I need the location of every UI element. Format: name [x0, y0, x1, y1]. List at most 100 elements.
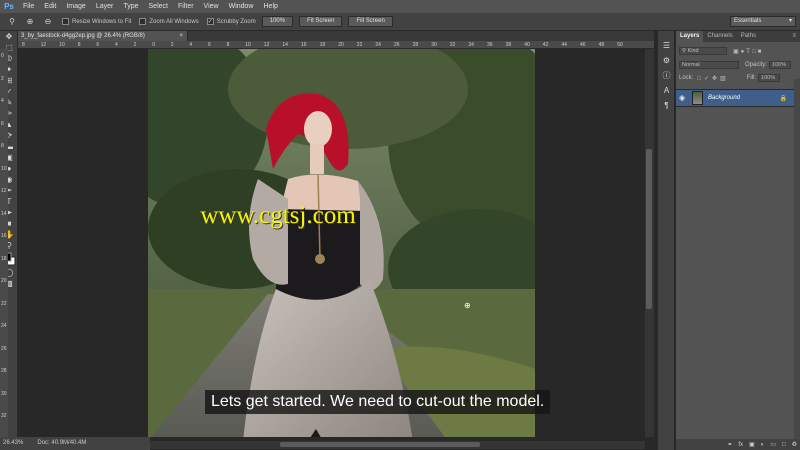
status-bar: 26.43% Doc: 40.9M/40.4M [0, 437, 150, 450]
menu-select[interactable]: Select [144, 0, 173, 13]
ruler-tick-label: 10 [59, 42, 65, 48]
ruler-tick-label: 32 [1, 413, 7, 419]
ruler-tick-label: 14 [282, 42, 288, 48]
layers-panel: Layers Channels Paths ≡ ⚲ Kind ▣●T□■ Nor… [675, 31, 800, 450]
video-subtitle: Lets get started. We need to cut-out the… [205, 390, 551, 414]
ruler-tick-label: 16 [1, 233, 7, 239]
character-icon[interactable]: A [658, 84, 675, 97]
photoshop-logo: Ps [4, 2, 14, 11]
eye-icon[interactable]: ◉ [676, 94, 688, 102]
layer-row-background[interactable]: ◉ Background 🔒 [676, 89, 800, 107]
paragraph-icon[interactable]: ¶ [658, 99, 675, 112]
ruler-tick-label: 12 [40, 42, 47, 48]
ruler-tick-label: 4 [189, 42, 193, 48]
lock-row: Lock: □✓✥▧ Fill: 100% [676, 73, 800, 83]
ruler-tick-label: 24 [375, 42, 381, 48]
ruler-tick-label: 6 [1, 120, 4, 127]
scroll-thumb[interactable] [646, 149, 652, 309]
adjustment-icon[interactable]: ◐ [761, 442, 765, 448]
panel-scrollbar[interactable] [794, 79, 800, 439]
checkbox-box[interactable] [139, 18, 147, 25]
menu-filter[interactable]: Filter [173, 0, 199, 13]
menu-type[interactable]: Type [118, 0, 143, 13]
ruler-tick-label: 0 [152, 42, 155, 48]
tab-layers[interactable]: Layers [676, 31, 704, 42]
ruler-tick-label: 20 [338, 42, 344, 48]
fit-screen-button[interactable]: Fit Screen [299, 16, 343, 27]
menu-window[interactable]: Window [224, 0, 259, 13]
ruler-tick-label: 8 [1, 143, 4, 149]
mask-icon[interactable]: ▣ [749, 441, 755, 448]
fx-icon[interactable]: fx [738, 442, 743, 448]
menu-edit[interactable]: Edit [39, 0, 61, 13]
menu-file[interactable]: File [18, 0, 39, 13]
history-icon[interactable]: ☰ [658, 39, 675, 52]
filter-row: ⚲ Kind ▣●T□■ [676, 46, 800, 56]
ruler-tick-label: 14 [1, 210, 7, 217]
ruler-tick-label: 12 [263, 42, 270, 48]
photo-canvas[interactable] [148, 49, 535, 437]
blend-mode-select[interactable]: Normal [679, 61, 739, 69]
ruler-tick-label: 38 [505, 42, 512, 48]
ruler-tick-label: 20 [1, 278, 7, 284]
fill-label: Fill: [746, 75, 757, 81]
menu-view[interactable]: View [199, 0, 224, 13]
ruler-tick-label: 28 [412, 42, 419, 48]
filter-icons[interactable]: ▣●T□■ [733, 48, 763, 55]
menu-layer[interactable]: Layer [91, 0, 119, 13]
zoom-100-button[interactable]: 100% [261, 16, 294, 27]
tab-paths[interactable]: Paths [737, 31, 760, 42]
ruler-tick-label: 50 [617, 42, 623, 48]
move-tool-icon[interactable]: ✥ [0, 31, 18, 42]
chevron-down-icon: ▾ [788, 18, 792, 24]
vertical-scrollbar[interactable] [645, 49, 654, 437]
workspace-select[interactable]: Essentials ▾ [730, 16, 796, 27]
blend-row: Normal Opacity: 100% [676, 60, 800, 70]
doc-size: Doc: 40.9M/40.4M [37, 440, 87, 446]
ruler-tick-label: 4 [115, 42, 118, 48]
menu-help[interactable]: Help [259, 0, 283, 13]
document-tab[interactable]: 3_by_faestock-d4gg2ep.jpg @ 26.4% (RGB/8… [18, 31, 188, 41]
kind-label: Kind [687, 48, 699, 54]
ruler-tick-label: 36 [487, 42, 493, 48]
properties-icon[interactable]: ⚙ [658, 54, 675, 67]
zoom-in-icon[interactable]: ⊕ [24, 16, 36, 28]
close-icon[interactable]: × [179, 31, 183, 41]
zoom-tool-icon[interactable]: ⚲ [6, 16, 18, 28]
lock-label: Lock: [679, 75, 694, 81]
opacity-field[interactable]: 100% [769, 61, 792, 69]
vertical-ruler: 0 2 4 6 8 10 12 14 16 18 20 22 24 26 28 30 32 [0, 49, 8, 437]
fill-field[interactable]: 100% [758, 74, 781, 82]
layers-footer: ⚭ fx ▣ ◐ ▭ □ ♻ [676, 439, 800, 450]
zoom-level[interactable]: 26.43% [3, 437, 23, 450]
panel-menu-icon[interactable]: ≡ [788, 31, 800, 42]
ruler-tick-label: 8 [226, 42, 230, 48]
tab-channels[interactable]: Channels [703, 31, 736, 42]
canvas-area[interactable]: www.cgtsj.com ⊕ [18, 49, 654, 437]
photo-illustration [148, 49, 535, 437]
zoom-all-windows-checkbox[interactable]: Zoom All Windows [139, 18, 199, 25]
group-icon[interactable]: ▭ [770, 441, 776, 448]
trash-icon[interactable]: ♻ [792, 441, 797, 448]
scrubby-zoom-checkbox[interactable]: ✓ Scrubby Zoom [206, 18, 256, 25]
resize-windows-checkbox[interactable]: Resize Windows to Fit [62, 18, 131, 25]
scroll-thumb[interactable] [280, 442, 480, 447]
new-layer-icon[interactable]: □ [782, 442, 786, 448]
zoom-all-windows-label: Zoom All Windows [149, 18, 199, 25]
opacity-label: Opacity: [745, 62, 768, 68]
checkbox-box-checked[interactable]: ✓ [206, 18, 214, 25]
info-icon[interactable]: ⓘ [658, 69, 675, 82]
zoom-out-icon[interactable]: ⊖ [42, 16, 54, 28]
horizontal-scrollbar[interactable] [150, 441, 645, 449]
checkbox-box[interactable] [62, 18, 69, 25]
lock-icon[interactable]: 🔒 [780, 95, 787, 102]
link-icon[interactable]: ⚭ [727, 441, 732, 448]
fill-screen-button[interactable]: Fill Screen [348, 16, 393, 27]
ruler-tick-label: 2 [133, 42, 137, 48]
layer-name[interactable]: Background [708, 95, 740, 101]
ruler-tick-label: 28 [1, 368, 7, 374]
menu-image[interactable]: Image [61, 0, 90, 13]
ruler-tick-label: 16 [301, 42, 307, 48]
lock-icons[interactable]: □✓✥▧ [697, 75, 728, 82]
kind-filter-select[interactable]: ⚲ Kind [679, 47, 727, 55]
